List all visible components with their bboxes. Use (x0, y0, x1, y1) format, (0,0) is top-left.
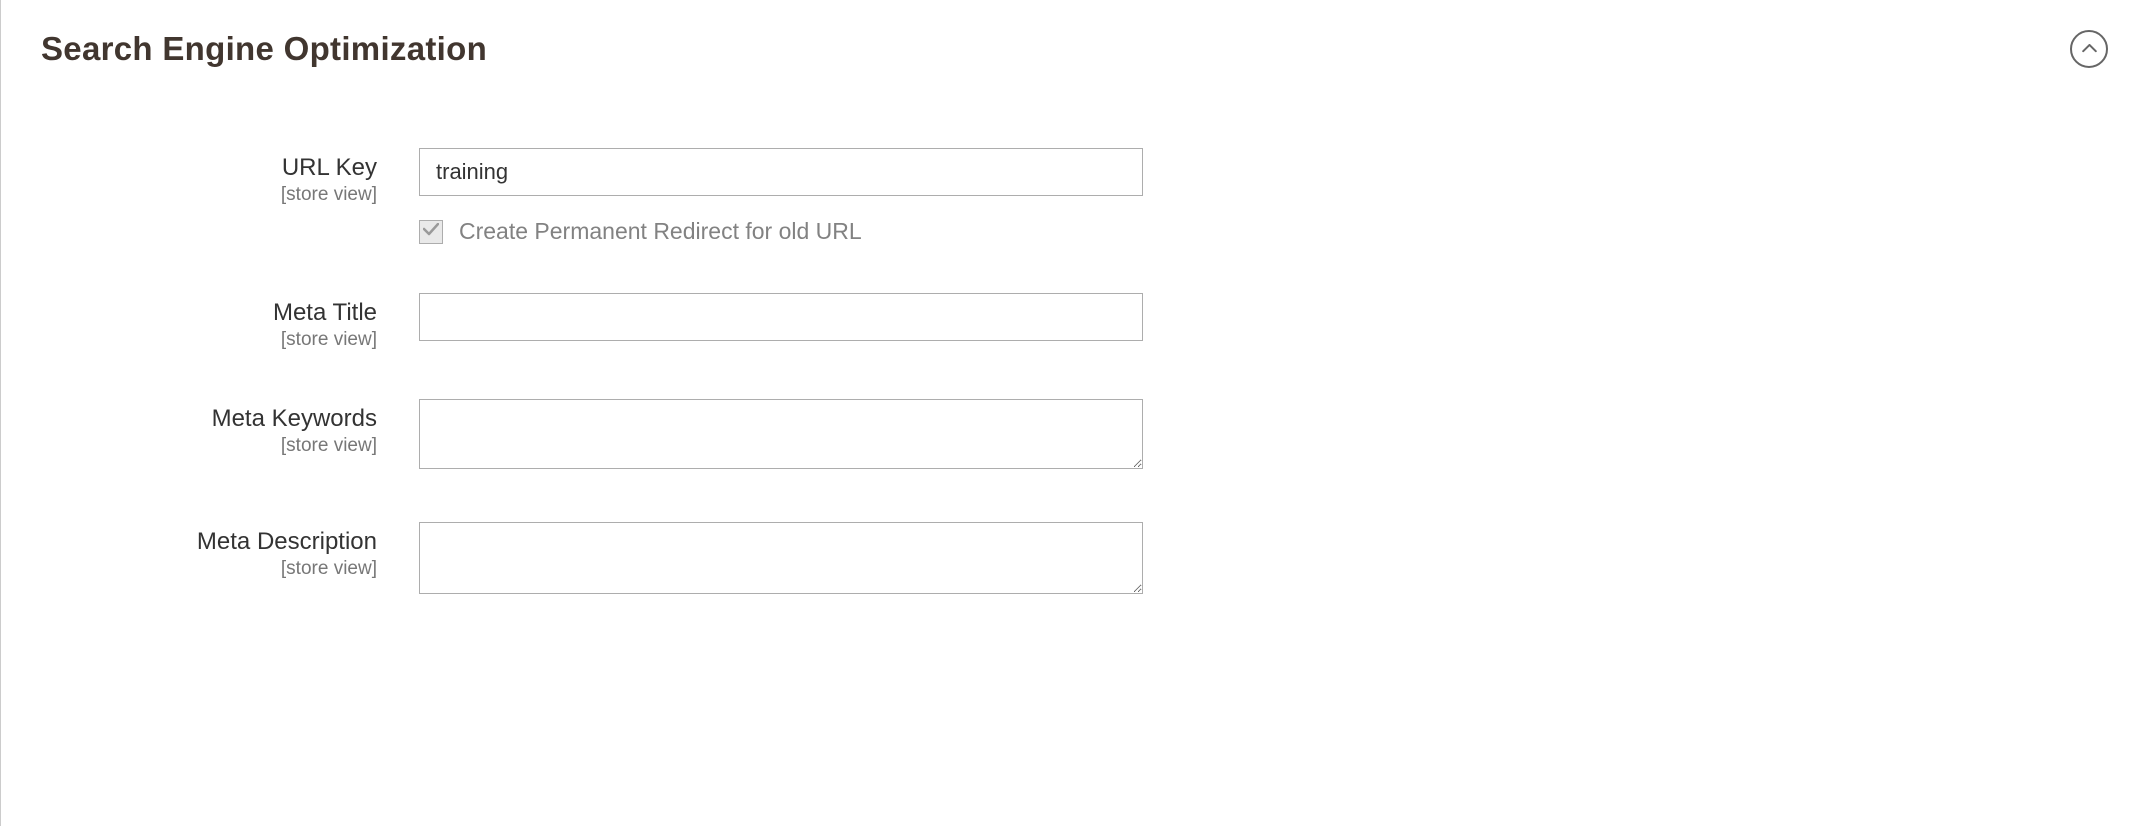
redirect-checkbox[interactable] (419, 220, 443, 244)
field-row-meta-title: Meta Title [store view] (41, 293, 2108, 351)
input-col: Create Permanent Redirect for old URL (419, 148, 1149, 245)
field-row-meta-keywords: Meta Keywords [store view] (41, 399, 2108, 474)
chevron-up-icon (2082, 40, 2097, 58)
field-row-url-key: URL Key [store view] Create Permanent Re… (41, 148, 2108, 245)
label-col: Meta Title [store view] (41, 293, 419, 351)
meta-keywords-input[interactable] (419, 399, 1143, 469)
label-col: Meta Keywords [store view] (41, 399, 419, 457)
url-key-label: URL Key (41, 154, 377, 182)
meta-title-scope: [store view] (41, 329, 377, 351)
seo-panel: Search Engine Optimization URL Key [stor… (0, 0, 2148, 826)
meta-keywords-label: Meta Keywords (41, 405, 377, 433)
input-col (419, 293, 1149, 341)
form-fields: URL Key [store view] Create Permanent Re… (41, 148, 2108, 599)
url-key-scope: [store view] (41, 184, 377, 206)
panel-header: Search Engine Optimization (41, 30, 2108, 68)
meta-description-input[interactable] (419, 522, 1143, 594)
input-col (419, 522, 1149, 599)
meta-description-label: Meta Description (41, 528, 377, 556)
label-col: Meta Description [store view] (41, 522, 419, 580)
collapse-toggle[interactable] (2070, 30, 2108, 68)
meta-description-scope: [store view] (41, 558, 377, 580)
input-col (419, 399, 1149, 474)
meta-title-input[interactable] (419, 293, 1143, 341)
field-row-meta-description: Meta Description [store view] (41, 522, 2108, 599)
meta-keywords-scope: [store view] (41, 435, 377, 457)
check-icon (423, 223, 439, 241)
meta-title-label: Meta Title (41, 299, 377, 327)
redirect-checkbox-label: Create Permanent Redirect for old URL (459, 218, 862, 245)
section-title: Search Engine Optimization (41, 30, 487, 68)
url-key-input[interactable] (419, 148, 1143, 196)
redirect-checkbox-row: Create Permanent Redirect for old URL (419, 218, 1149, 245)
label-col: URL Key [store view] (41, 148, 419, 206)
